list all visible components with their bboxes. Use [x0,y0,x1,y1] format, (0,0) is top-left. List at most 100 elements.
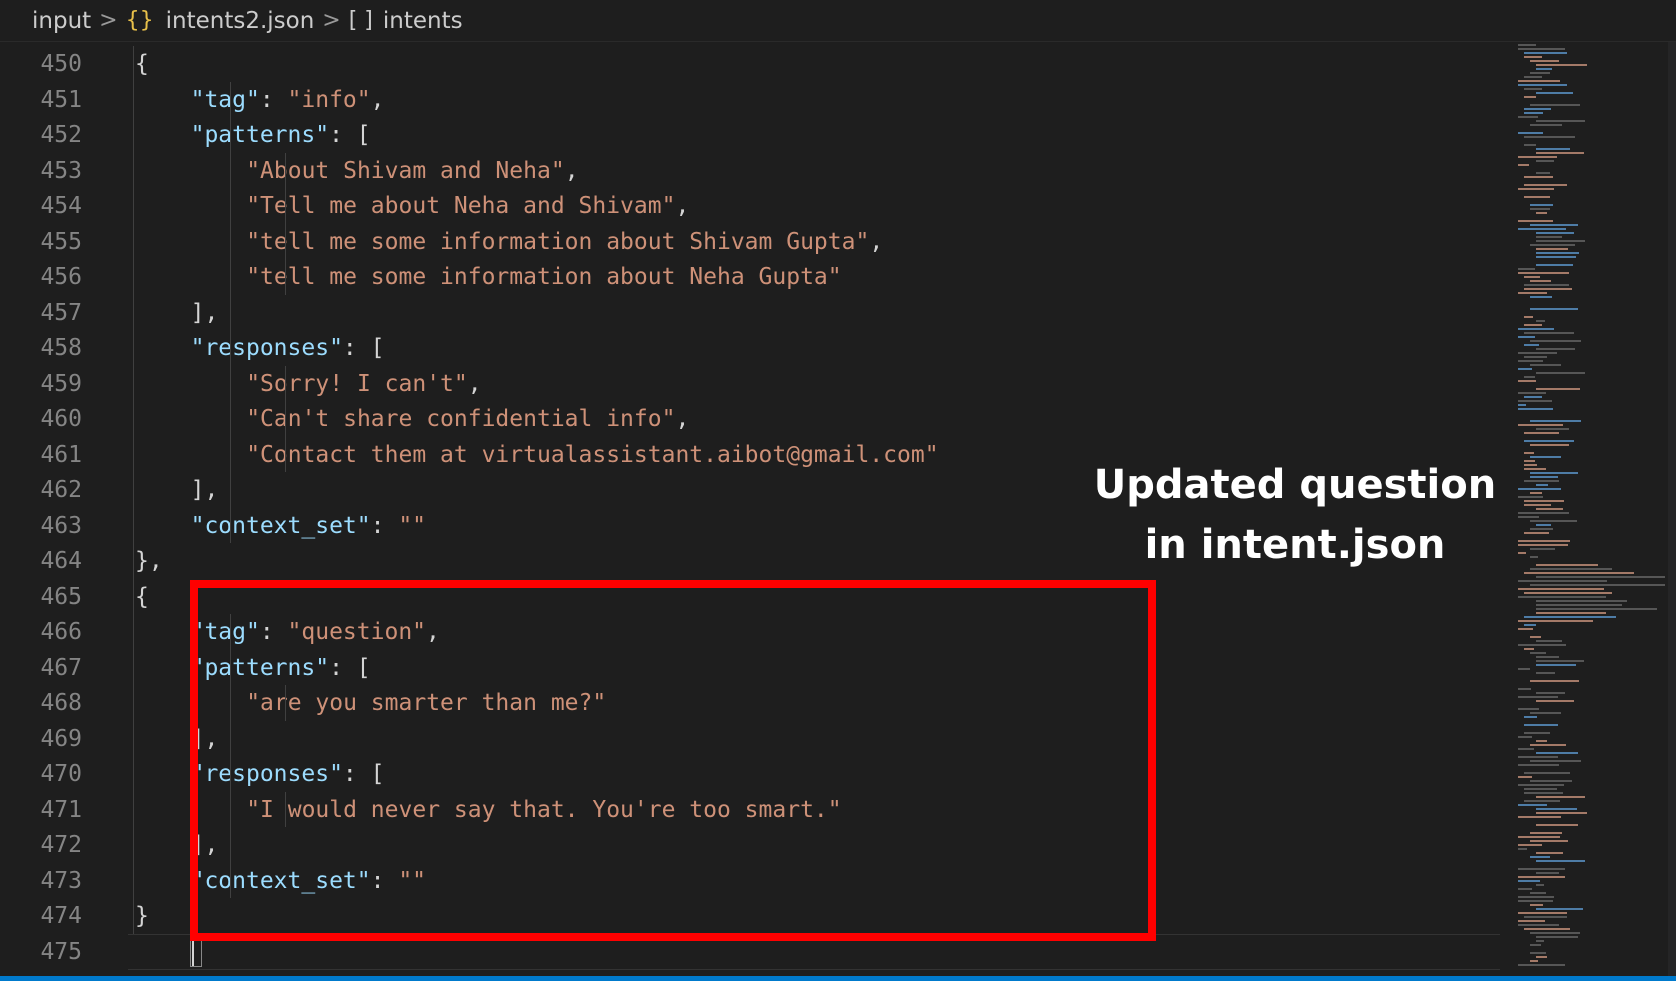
minimap-line [1536,824,1578,826]
minimap-line [1524,724,1558,726]
code-line[interactable]: 454 "Tell me about Neha and Shivam", [0,188,1500,224]
breadcrumb-folder[interactable]: input [32,8,91,34]
code-text: "About Shivam and Neha", [246,153,578,189]
minimap-line [1530,520,1577,522]
minimap-line [1524,396,1542,398]
minimap-line [1524,52,1567,54]
code-line[interactable]: 451 "tag": "info", [0,82,1500,118]
indent-guide [230,81,231,543]
minimap-line [1536,252,1579,254]
minimap-line [1518,736,1532,738]
minimap-line [1536,796,1585,798]
code-line[interactable]: 460 "Can't share confidential info", [0,401,1500,437]
minimap-line [1518,164,1529,166]
minimap-line [1530,308,1578,310]
json-punctuation: : [ [329,122,371,148]
minimap-line [1524,176,1553,178]
code-line[interactable]: 455 "tell me some information about Shiva… [0,224,1500,260]
minimap-line [1530,652,1546,654]
minimap-line [1536,612,1606,614]
minimap-line [1530,340,1581,342]
code-text: "context_set": "" [191,508,426,544]
minimap-line [1536,320,1545,322]
line-number: 453 [40,157,82,184]
minimap-line [1530,548,1555,550]
vertical-scrollbar[interactable] [1668,42,1676,976]
minimap-line [1518,392,1546,394]
line-number: 459 [40,370,82,397]
minimap-line [1536,484,1548,486]
json-punctuation: : [370,512,399,539]
code-line[interactable]: 453 "About Shivam and Neha", [0,153,1500,189]
minimap-line [1530,204,1553,206]
minimap-line [1518,48,1565,50]
minimap-line [1524,452,1534,454]
code-text: "tell me some information about Neha Gup… [246,259,841,295]
minimap-line [1518,380,1536,382]
minimap-line [1518,228,1566,230]
minimap-line [1530,856,1550,858]
json-punctuation: : [ [342,335,385,361]
minimap-line [1524,88,1542,90]
minimap-line [1518,888,1532,890]
breadcrumb-file[interactable]: intents2.json [166,8,315,34]
code-line[interactable]: 459 "Sorry! I can't", [0,366,1500,402]
minimap-line [1524,324,1542,326]
minimap-line [1536,64,1587,66]
minimap-line [1530,280,1551,282]
minimap-line [1518,708,1539,710]
minimap-line [1518,84,1567,86]
minimap-line [1518,272,1569,274]
code-line[interactable]: 452 "patterns": [ [0,117,1500,153]
line-number: 460 [40,406,82,432]
line-number: 462 [40,477,82,503]
minimap-line [1518,132,1543,134]
minimap-line [1536,692,1565,694]
minimap-line [1530,744,1566,746]
minimap-line [1536,160,1554,162]
minimap-line [1518,44,1536,46]
minimap-line [1530,528,1553,530]
minimap-line [1530,932,1580,934]
json-string: "About Shivam and Neha" [246,157,565,184]
minimap-line [1524,344,1539,346]
minimap-line [1518,408,1553,410]
line-number: 464 [40,548,82,574]
code-line[interactable]: 450 { [0,46,1500,82]
minimap-line [1536,908,1583,910]
line-number: 472 [40,832,82,858]
line-number: 463 [40,512,82,539]
minimap-line [1530,584,1665,586]
minimap[interactable] [1510,42,1670,976]
minimap-line [1530,556,1538,558]
breadcrumb-symbol[interactable]: intents [383,8,463,34]
code-text: { [135,579,149,615]
minimap-line [1536,812,1587,814]
minimap-line [1530,760,1581,762]
line-number: 467 [40,654,82,681]
minimap-line [1524,616,1616,618]
minimap-line [1536,348,1575,350]
minimap-line [1536,740,1547,742]
minimap-line [1536,672,1555,674]
json-punctuation: , [675,406,690,432]
line-number: 469 [40,725,82,752]
json-punctuation: : [259,86,288,113]
minimap-line [1536,576,1665,578]
code-text: "Tell me about Neha and Shivam", [246,188,689,224]
minimap-line [1524,772,1570,774]
breadcrumb: input > {} intents2.json > [ ] intents [0,0,1676,42]
minimap-line [1530,636,1541,638]
code-line[interactable]: 458 "responses": [ [0,330,1500,366]
minimap-line [1518,424,1563,426]
minimap-line [1518,512,1569,514]
minimap-line [1536,120,1585,122]
minimap-line [1524,196,1550,198]
line-number: 470 [40,761,82,787]
code-line[interactable]: 456 "tell me some information about Neha … [0,259,1500,295]
minimap-line [1524,112,1543,114]
code-text: "Contact them at virtualassistant.aibot@… [246,437,938,473]
code-line[interactable]: 457], [0,295,1500,331]
indent-guide [285,152,286,295]
line-number: 455 [40,228,82,255]
